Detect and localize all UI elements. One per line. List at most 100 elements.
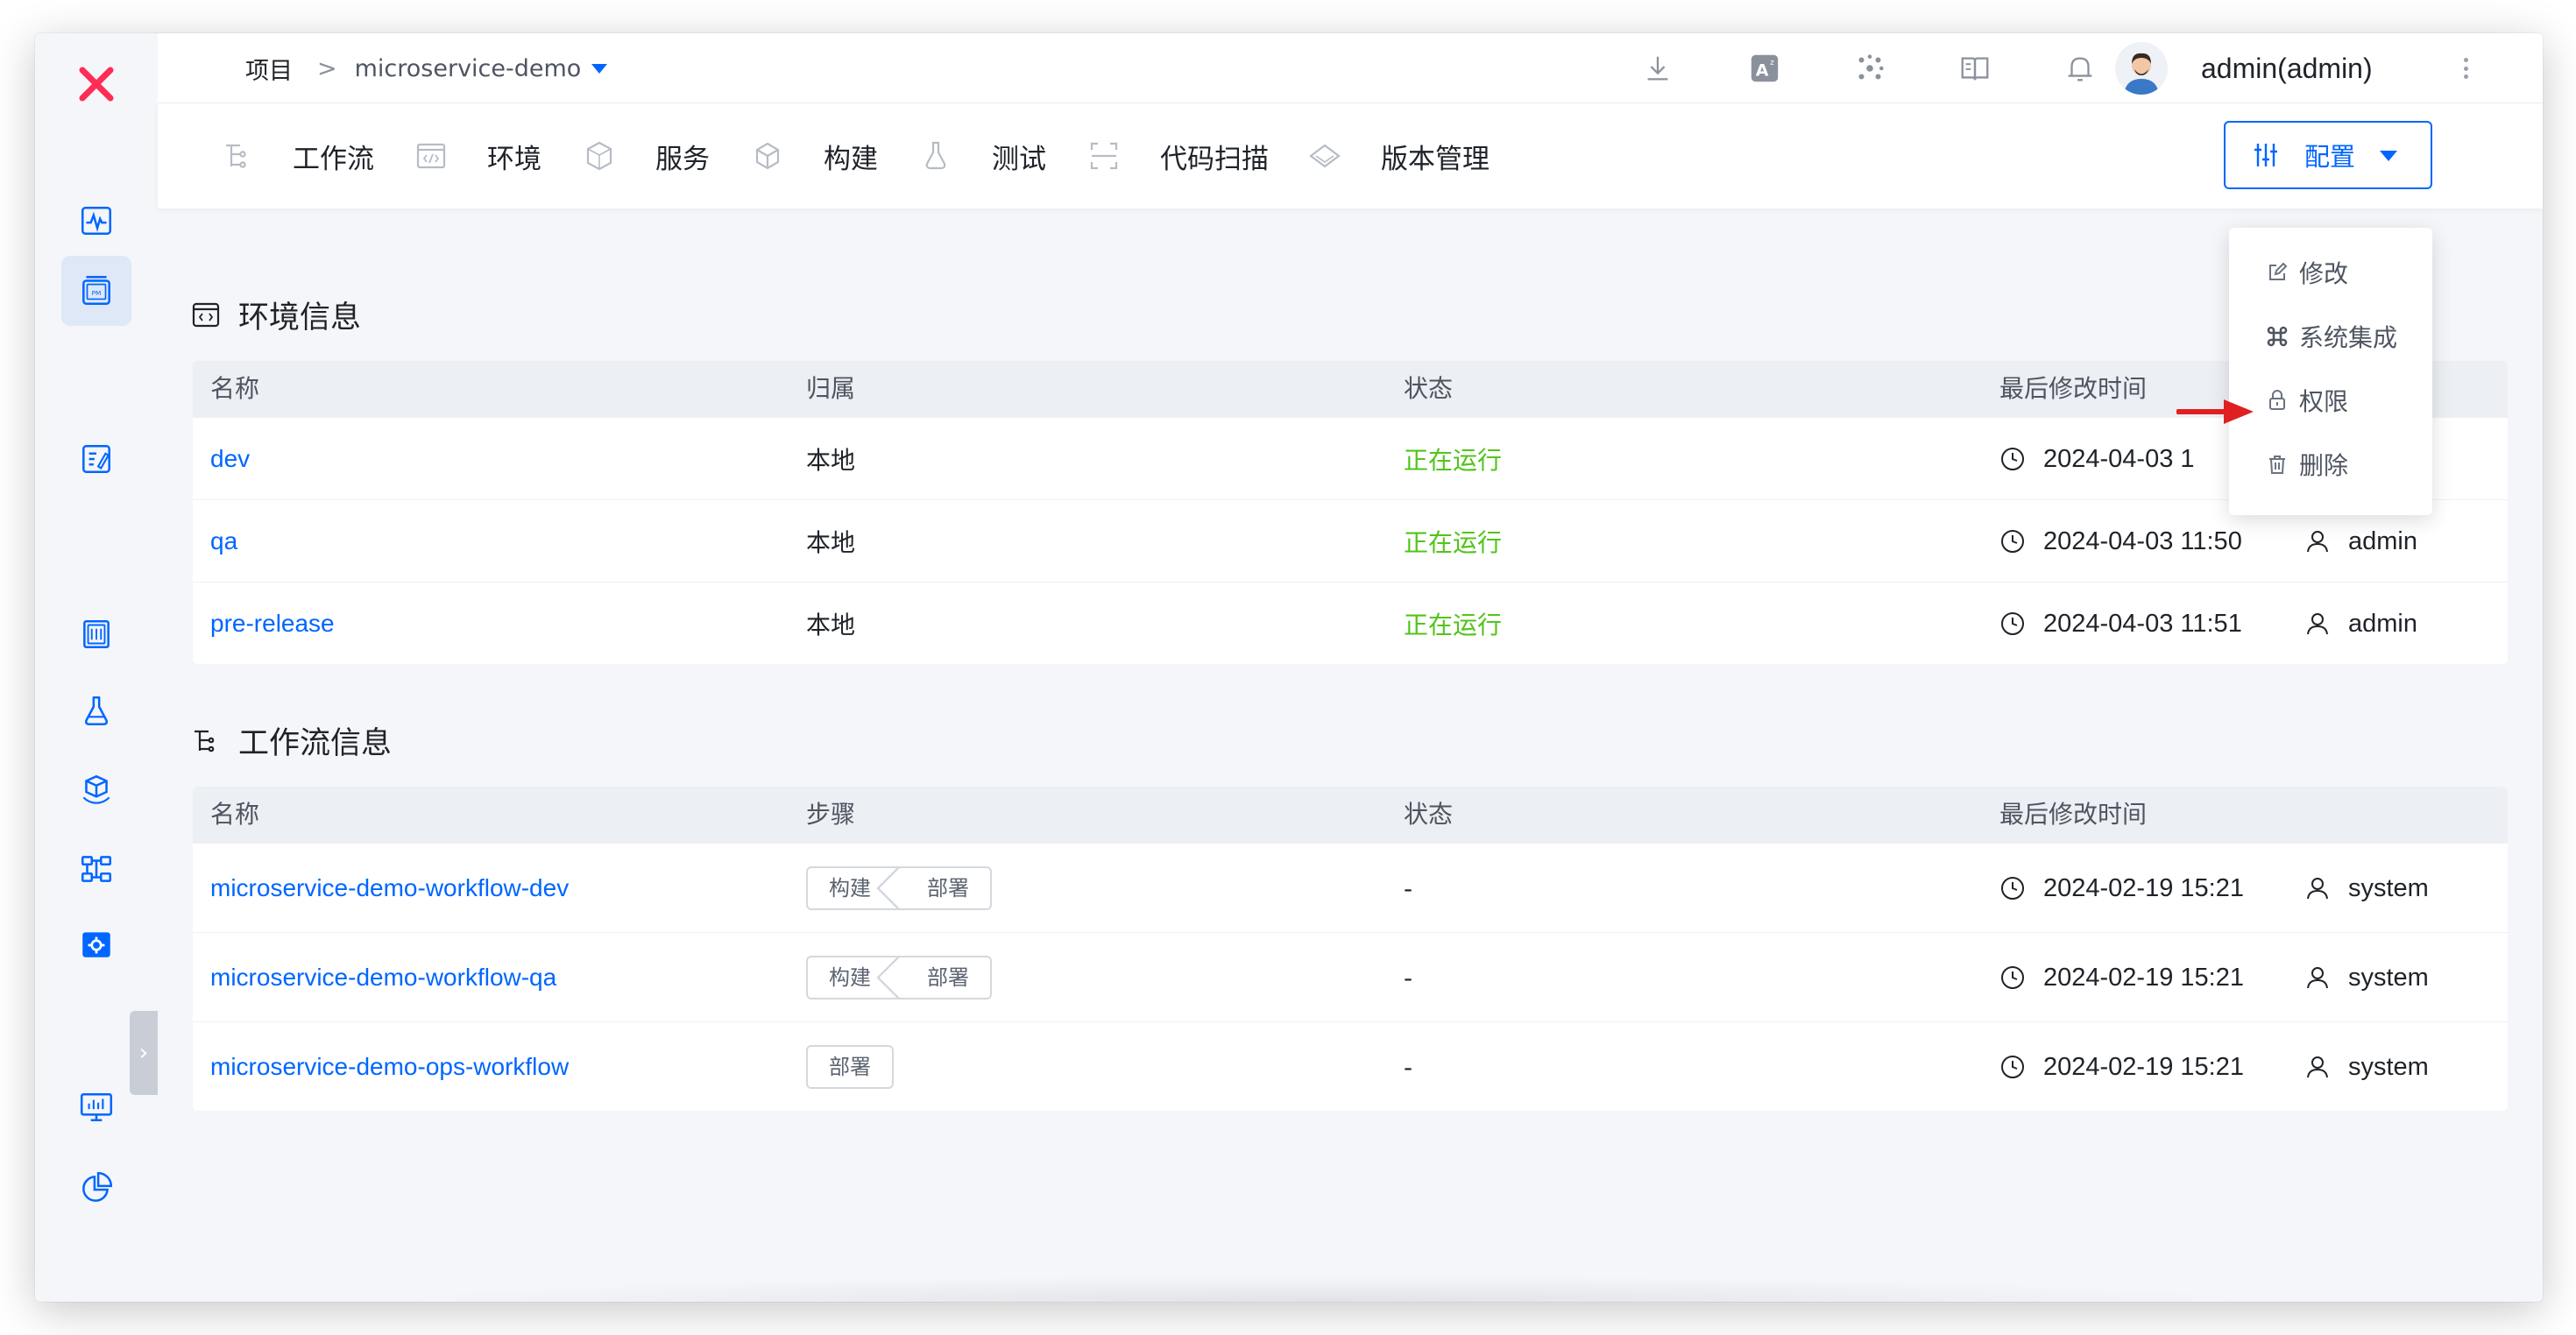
user-text: admin — [2348, 526, 2417, 555]
menu-item-label: 删除 — [2299, 450, 2349, 480]
clock-icon — [2001, 1056, 2024, 1078]
table-row: microservice-demo-ops-workflow 部署 - 2024… — [193, 1021, 2508, 1111]
tab-service[interactable]: 服务 — [582, 103, 710, 208]
step-tag: 部署 — [829, 1055, 871, 1079]
bell-icon[interactable] — [2061, 49, 2099, 88]
workflow-section-title: 工作流信息 — [191, 718, 392, 762]
tab-build[interactable]: 构建 — [750, 103, 878, 208]
time-text: 2024-02-19 15:21 — [2043, 873, 2244, 902]
tab-version[interactable]: 版本管理 — [1307, 103, 1490, 208]
env-updated-time: 2024-04-03 11:51 — [1999, 583, 2242, 664]
sidebar-item-monitor[interactable] — [61, 1072, 131, 1142]
step-tag: 部署 — [927, 965, 969, 990]
env-status: 正在运行 — [1404, 611, 1503, 639]
more-vertical-icon[interactable] — [2457, 53, 2474, 84]
sidebar-item-artifacts[interactable] — [61, 755, 131, 825]
step-tag: 构建 — [808, 957, 901, 998]
sidebar-item-docs[interactable] — [61, 424, 131, 494]
env-status: 正在运行 — [1404, 528, 1503, 557]
section-title-text: 环境信息 — [238, 300, 362, 336]
env-owner: 本地 — [806, 446, 856, 475]
sidebar-item-settings[interactable] — [61, 909, 131, 979]
column-header: 名称 — [210, 800, 260, 829]
workflow-steps: 构建 部署 — [806, 844, 992, 933]
download-icon[interactable] — [1638, 49, 1677, 88]
workflow-name-link[interactable]: microservice-demo-ops-workflow — [210, 1022, 569, 1111]
bottom-shadow — [368, 1275, 2278, 1302]
book-icon[interactable] — [1956, 49, 1994, 88]
tab-label: 代码扫描 — [1160, 143, 1269, 175]
sidebar-item-builds[interactable] — [61, 599, 131, 669]
workflow-updated-time: 2024-02-19 15:21 — [1999, 1022, 2244, 1111]
breadcrumb-root[interactable]: 项目 — [245, 52, 293, 86]
avatar[interactable] — [2115, 42, 2168, 95]
workflow-updated-by: system — [2304, 844, 2429, 933]
table-row: microservice-demo-workflow-dev 构建 部署 - 2… — [193, 843, 2508, 932]
version-icon — [1309, 144, 1341, 168]
env-owner: 本地 — [806, 528, 856, 557]
tab-environment[interactable]: 环境 — [414, 103, 541, 208]
env-name-link[interactable]: qa — [210, 500, 237, 583]
workflow-updated-time: 2024-02-19 15:21 — [1999, 933, 2244, 1022]
plugin-dots-icon[interactable] — [1851, 49, 1889, 88]
sidebar-collapse-toggle[interactable]: › — [130, 1011, 158, 1095]
clock-icon — [2001, 530, 2024, 553]
breadcrumb: 项目 > microservice-demo — [245, 33, 608, 103]
build-list-icon — [83, 620, 110, 648]
zadig-logo[interactable] — [61, 47, 131, 117]
menu-item-label: 系统集成 — [2299, 322, 2398, 352]
config-button[interactable]: 配置 — [2224, 121, 2432, 189]
column-header: 状态 — [1404, 374, 1454, 403]
username[interactable]: admin(admin) — [2201, 33, 2373, 103]
tab-test[interactable]: 测试 — [918, 103, 1046, 208]
trash-icon — [2269, 455, 2285, 474]
scan-icon — [1090, 142, 1118, 170]
workflow-icon — [195, 730, 215, 752]
menu-item-integration[interactable]: 系统集成 — [2229, 304, 2432, 368]
build-icon — [755, 142, 780, 170]
table-header: 名称 归属 状态 最后修改时间 — [193, 361, 2508, 417]
workflow-updated-by: system — [2304, 1022, 2429, 1111]
time-text: 2024-04-03 11:51 — [2043, 609, 2242, 638]
flask-icon — [84, 696, 109, 725]
monitor-chart-icon — [80, 1093, 113, 1121]
translate-icon[interactable]: A z — [1745, 49, 1784, 88]
menu-item-edit[interactable]: 修改 — [2229, 240, 2432, 304]
tab-label: 构建 — [824, 143, 878, 175]
breadcrumb-project[interactable]: microservice-demo — [355, 55, 582, 82]
caret-down-icon[interactable] — [591, 63, 608, 74]
user-icon — [2307, 531, 2328, 553]
sidebar-item-overview[interactable] — [61, 186, 131, 256]
menu-item-permission[interactable]: 权限 — [2229, 368, 2432, 432]
environment-icon — [416, 143, 446, 169]
env-updated-by: admin — [2304, 583, 2417, 664]
clock-icon — [2001, 612, 2024, 635]
svg-text:PM: PM — [92, 289, 102, 297]
sidebar-item-tests[interactable] — [61, 676, 131, 746]
service-icon — [586, 141, 612, 171]
table-row: microservice-demo-workflow-qa 构建 部署 - 20… — [193, 932, 2508, 1021]
clock-icon — [2001, 448, 2024, 470]
tab-workflow[interactable]: 工作流 — [219, 103, 374, 208]
workflow-name-link[interactable]: microservice-demo-workflow-dev — [210, 844, 569, 933]
env-updated-time: 2024-04-03 11:50 — [1999, 500, 2242, 583]
annotation-arrow-icon — [2176, 399, 2254, 424]
step-chain: 构建 部署 — [806, 956, 992, 999]
menu-item-label: 修改 — [2299, 258, 2349, 288]
user-icon — [2307, 967, 2328, 989]
package-hand-icon — [82, 774, 110, 804]
sidebar-item-pipelines[interactable] — [61, 834, 131, 904]
workflow-status: - — [1404, 873, 1413, 903]
time-text: 2024-02-19 15:21 — [2043, 1052, 2244, 1081]
menu-item-delete[interactable]: 删除 — [2229, 432, 2432, 496]
sidebar-item-projects[interactable]: PM — [61, 256, 131, 326]
sidebar-item-insight[interactable] — [61, 1153, 131, 1223]
workflow-name-link[interactable]: microservice-demo-workflow-qa — [210, 933, 556, 1022]
env-name-link[interactable]: pre-release — [210, 583, 335, 664]
column-header: 状态 — [1404, 800, 1454, 829]
user-text: system — [2348, 873, 2429, 902]
tab-label: 服务 — [655, 143, 710, 175]
tab-code-scan[interactable]: 代码扫描 — [1086, 103, 1269, 208]
chevron-right-icon: › — [138, 1040, 149, 1066]
env-name-link[interactable]: dev — [210, 418, 250, 500]
